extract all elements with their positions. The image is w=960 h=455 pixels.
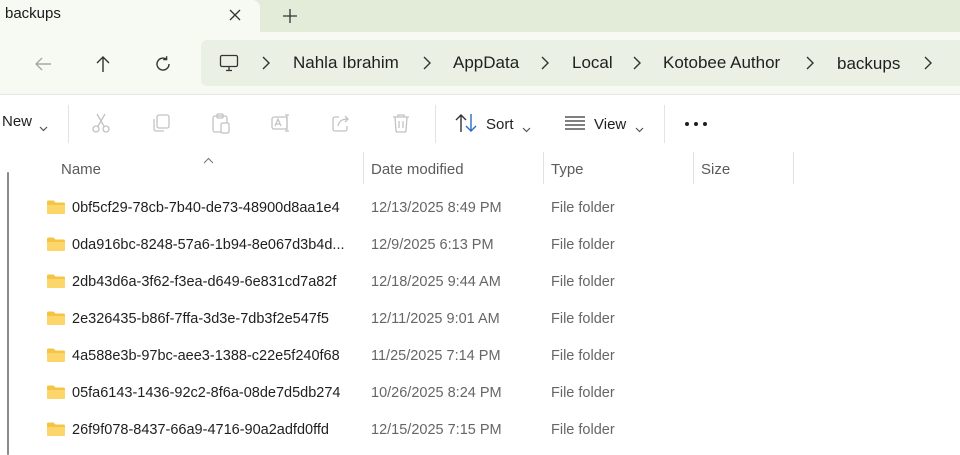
divider	[68, 105, 69, 143]
computer-icon[interactable]	[217, 51, 241, 75]
file-type: File folder	[551, 274, 615, 290]
file-type: File folder	[551, 200, 615, 216]
sort-icon[interactable]	[454, 111, 478, 135]
file-name[interactable]: 05fa6143-1436-92c2-8f6a-08de7d5db274	[72, 385, 354, 401]
file-type: File folder	[551, 237, 615, 253]
file-row[interactable]: 05fa6143-1436-92c2-8f6a-08de7d5db274 10/2…	[0, 375, 960, 412]
file-name[interactable]: 0bf5cf29-78cb-7b40-de73-48900d8aa1e4	[72, 200, 354, 216]
chevron-right-icon[interactable]	[259, 55, 273, 71]
folder-icon	[46, 421, 66, 442]
copy-icon[interactable]	[149, 111, 173, 135]
file-date-modified: 12/15/2025 7:15 PM	[371, 422, 502, 438]
chevron-down-icon[interactable]	[635, 120, 644, 138]
file-date-modified: 11/25/2025 7:14 PM	[371, 348, 501, 364]
divider	[435, 105, 436, 143]
file-name[interactable]: 2e326435-b86f-7ffa-3d3e-7db3f2e547f5	[72, 311, 354, 327]
folder-icon	[46, 310, 66, 331]
paste-icon[interactable]	[209, 111, 233, 135]
file-name[interactable]: 0da916bc-8248-57a6-1b94-8e067d3b4d...	[72, 237, 354, 253]
breadcrumb-local[interactable]: Local	[572, 53, 613, 73]
folder-icon	[46, 347, 66, 368]
tab-backups[interactable]: backups	[0, 0, 260, 32]
file-date-modified: 12/13/2025 8:49 PM	[371, 200, 502, 216]
file-row[interactable]: 26f9f078-8437-66a9-4716-90a2adfd0ffd 12/1…	[0, 412, 960, 449]
column-date-label: Date modified	[371, 161, 464, 178]
file-row[interactable]: 2e326435-b86f-7ffa-3d3e-7db3f2e547f5 12/1…	[0, 301, 960, 338]
view-button[interactable]: View	[594, 116, 626, 133]
column-header-size[interactable]: Size	[694, 152, 793, 184]
chevron-right-icon[interactable]	[630, 55, 644, 71]
file-type: File folder	[551, 348, 615, 364]
breadcrumb-backups[interactable]: backups	[837, 54, 900, 74]
file-list: Name Date modified Type Size 0bf5cf29-78…	[0, 152, 960, 455]
file-row[interactable]: 4a588e3b-97bc-aee3-1388-c22e5f240f68 11/2…	[0, 338, 960, 375]
chevron-right-icon[interactable]	[803, 55, 817, 71]
chevron-right-icon[interactable]	[921, 55, 935, 71]
column-header-name[interactable]: Name	[46, 152, 363, 184]
view-icon[interactable]	[563, 111, 587, 135]
file-type: File folder	[551, 422, 615, 438]
rename-icon[interactable]	[269, 111, 293, 135]
delete-icon[interactable]	[389, 111, 413, 135]
refresh-icon[interactable]	[148, 49, 178, 79]
address-bar[interactable]: Nahla Ibrahim AppData Local Kotobee Auth…	[201, 40, 960, 86]
command-bar: New Sort View	[0, 95, 960, 153]
folder-icon	[46, 273, 66, 294]
more-options-icon[interactable]	[683, 114, 709, 134]
column-size-label: Size	[701, 161, 731, 178]
column-header-date[interactable]: Date modified	[364, 152, 543, 184]
folder-icon	[46, 199, 66, 220]
file-type: File folder	[551, 311, 615, 327]
folder-icon	[46, 236, 66, 257]
divider	[664, 105, 665, 143]
sort-button[interactable]: Sort	[486, 116, 514, 133]
file-name[interactable]: 4a588e3b-97bc-aee3-1388-c22e5f240f68	[72, 348, 354, 364]
arrow-up-icon[interactable]	[88, 49, 118, 79]
file-row[interactable]: 0bf5cf29-78cb-7b40-de73-48900d8aa1e4 12/1…	[0, 190, 960, 227]
arrow-left-icon[interactable]	[28, 49, 58, 79]
file-row[interactable]: 0da916bc-8248-57a6-1b94-8e067d3b4d... 12/…	[0, 227, 960, 264]
chevron-down-icon[interactable]	[522, 120, 531, 138]
tab-strip: backups	[0, 0, 960, 32]
share-icon[interactable]	[329, 111, 353, 135]
folder-icon	[46, 384, 66, 405]
file-type: File folder	[551, 385, 615, 401]
navigation-bar: Nahla Ibrahim AppData Local Kotobee Auth…	[0, 32, 960, 95]
plus-icon[interactable]	[277, 3, 303, 29]
chevron-right-icon[interactable]	[420, 55, 434, 71]
tab-title: backups	[5, 5, 61, 22]
breadcrumb-appdata[interactable]: AppData	[453, 53, 519, 73]
close-icon[interactable]	[223, 3, 247, 27]
column-name-label: Name	[61, 161, 102, 178]
chevron-right-icon[interactable]	[538, 55, 552, 71]
file-name[interactable]: 2db43d6a-3f62-f3ea-d649-6e831cd7a82f	[72, 274, 354, 290]
file-row[interactable]: 2db43d6a-3f62-f3ea-d649-6e831cd7a82f 12/1…	[0, 264, 960, 301]
column-divider[interactable]	[793, 152, 794, 184]
breadcrumb-nahla-ibrahim[interactable]: Nahla Ibrahim	[293, 53, 399, 73]
file-date-modified: 10/26/2025 8:24 PM	[371, 385, 502, 401]
column-header-type[interactable]: Type	[544, 152, 693, 184]
file-date-modified: 12/11/2025 9:01 AM	[371, 311, 500, 327]
breadcrumb-kotobee-author[interactable]: Kotobee Author	[663, 53, 780, 73]
file-name[interactable]: 26f9f078-8437-66a9-4716-90a2adfd0ffd	[72, 422, 354, 438]
column-type-label: Type	[551, 161, 584, 178]
file-date-modified: 12/9/2025 6:13 PM	[371, 237, 494, 253]
chevron-down-icon[interactable]	[39, 119, 48, 137]
file-date-modified: 12/18/2025 9:44 AM	[371, 274, 501, 290]
cut-icon[interactable]	[89, 111, 113, 135]
new-button[interactable]: New	[2, 113, 32, 130]
